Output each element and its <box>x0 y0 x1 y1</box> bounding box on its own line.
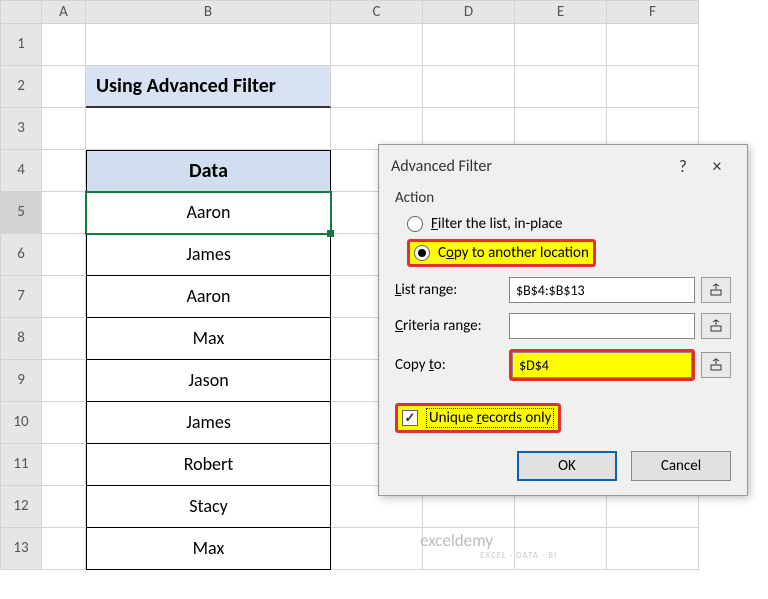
watermark-subtitle: EXCEL · DATA · BI <box>480 550 557 561</box>
cell[interactable] <box>86 24 331 66</box>
cell[interactable] <box>42 108 86 150</box>
criteria-range-row: Criteria range: <box>395 313 731 339</box>
table-row[interactable]: Max <box>86 318 331 360</box>
col-header-D[interactable]: D <box>423 0 515 24</box>
col-header-C[interactable]: C <box>331 0 423 24</box>
cell[interactable] <box>42 150 86 192</box>
list-range-label: List range: <box>395 281 503 299</box>
row-header-11[interactable]: 11 <box>0 444 42 486</box>
checkbox-label: Unique records only <box>426 408 554 428</box>
range-select-icon <box>709 358 723 372</box>
cell[interactable] <box>515 66 607 108</box>
advanced-filter-dialog: Advanced Filter ? × Action Filter the li… <box>378 144 748 496</box>
cell[interactable] <box>42 234 86 276</box>
col-header-B[interactable]: B <box>86 0 331 24</box>
cell[interactable] <box>42 486 86 528</box>
range-select-icon <box>709 319 723 333</box>
watermark: exceldemy <box>420 530 493 551</box>
table-row[interactable]: Max <box>86 528 331 570</box>
row-header-12[interactable]: 12 <box>0 486 42 528</box>
help-button[interactable]: ? <box>667 156 699 177</box>
cancel-button[interactable]: Cancel <box>631 451 731 481</box>
column-headers: A B C D E F <box>0 0 768 24</box>
row-header-10[interactable]: 10 <box>0 402 42 444</box>
action-group-label: Action <box>395 189 731 207</box>
collapse-range-button[interactable] <box>701 277 731 303</box>
row-header-2[interactable]: 2 <box>0 66 42 108</box>
checkbox-icon: ✓ <box>402 410 418 426</box>
cell[interactable] <box>515 24 607 66</box>
range-select-icon <box>709 283 723 297</box>
cell[interactable] <box>42 66 86 108</box>
col-header-F[interactable]: F <box>607 0 699 24</box>
copy-to-row: Copy to: <box>395 349 731 381</box>
table-row[interactable]: Aaron <box>86 276 331 318</box>
cell[interactable] <box>331 528 423 570</box>
radio-icon <box>407 216 423 232</box>
table-row[interactable]: Robert <box>86 444 331 486</box>
unique-records-checkbox[interactable]: ✓ Unique records only <box>395 403 561 433</box>
cell[interactable] <box>42 528 86 570</box>
select-all-corner[interactable] <box>0 0 42 24</box>
cell[interactable] <box>86 108 331 150</box>
dialog-titlebar[interactable]: Advanced Filter ? × <box>379 145 747 185</box>
criteria-range-input[interactable] <box>509 313 695 339</box>
radio-copy-to-location[interactable]: Copy to another location <box>407 239 731 267</box>
cell[interactable] <box>42 318 86 360</box>
cell[interactable] <box>331 24 423 66</box>
cell[interactable] <box>607 66 699 108</box>
ok-button[interactable]: OK <box>517 451 617 481</box>
list-range-input[interactable] <box>509 277 695 303</box>
dialog-title: Advanced Filter <box>391 157 667 176</box>
radio-filter-in-place[interactable]: Filter the list, in-place <box>407 215 731 233</box>
copy-to-input[interactable] <box>512 352 692 378</box>
cell[interactable] <box>42 276 86 318</box>
row-header-6[interactable]: 6 <box>0 234 42 276</box>
row-header-7[interactable]: 7 <box>0 276 42 318</box>
col-header-E[interactable]: E <box>515 0 607 24</box>
collapse-range-button[interactable] <box>701 313 731 339</box>
collapse-range-button[interactable] <box>701 352 731 378</box>
cell[interactable] <box>42 444 86 486</box>
cell[interactable] <box>42 360 86 402</box>
close-button[interactable]: × <box>699 155 735 177</box>
row-header-8[interactable]: 8 <box>0 318 42 360</box>
cell[interactable] <box>607 24 699 66</box>
row-header-1[interactable]: 1 <box>0 24 42 66</box>
copy-to-label: Copy to: <box>395 356 503 374</box>
row-header-9[interactable]: 9 <box>0 360 42 402</box>
row-header-13[interactable]: 13 <box>0 528 42 570</box>
radio-label: Filter the list, in-place <box>431 215 562 233</box>
table-header[interactable]: Data <box>86 150 331 192</box>
fill-handle[interactable] <box>327 230 334 237</box>
row-header-3[interactable]: 3 <box>0 108 42 150</box>
section-title[interactable]: Using Advanced Filter <box>86 66 331 108</box>
cell[interactable] <box>42 192 86 234</box>
cell[interactable] <box>607 528 699 570</box>
radio-icon <box>414 245 430 261</box>
table-row[interactable]: Jason <box>86 360 331 402</box>
selected-cell[interactable]: Aaron <box>86 192 331 234</box>
col-header-A[interactable]: A <box>42 0 86 24</box>
cell-value: Aaron <box>187 201 231 223</box>
table-row[interactable]: Stacy <box>86 486 331 528</box>
cell[interactable] <box>515 528 607 570</box>
radio-label: Copy to another location <box>438 244 589 262</box>
list-range-row: List range: <box>395 277 731 303</box>
cell[interactable] <box>331 66 423 108</box>
cell[interactable] <box>423 66 515 108</box>
cell[interactable] <box>42 24 86 66</box>
cell[interactable] <box>42 402 86 444</box>
row-header-4[interactable]: 4 <box>0 150 42 192</box>
criteria-range-label: Criteria range: <box>395 317 503 335</box>
cell[interactable] <box>423 24 515 66</box>
row-header-5[interactable]: 5 <box>0 192 42 234</box>
table-row[interactable]: James <box>86 402 331 444</box>
table-row[interactable]: James <box>86 234 331 276</box>
